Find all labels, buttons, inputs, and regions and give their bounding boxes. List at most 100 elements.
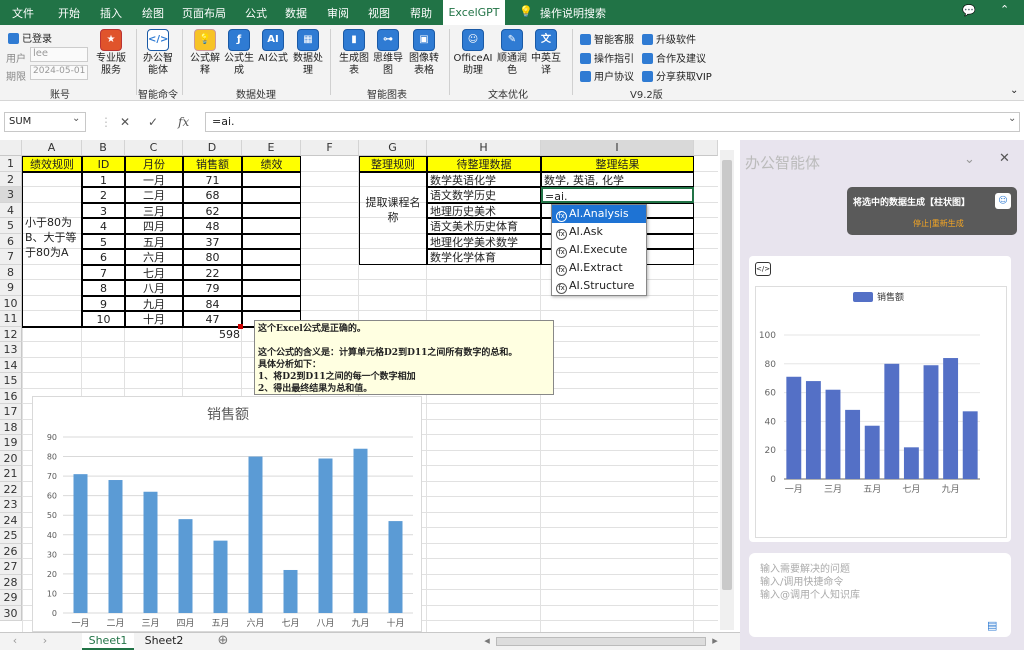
total-cell[interactable]: 598 <box>183 327 242 343</box>
column-header-A[interactable]: A <box>22 140 82 156</box>
raw-data-cell[interactable]: 地理化学美术数学 <box>427 233 541 249</box>
officeai-assistant-button[interactable]: ☺ OfficeAI助理 <box>453 29 493 77</box>
raw-data-cell[interactable]: 数学化学体育 <box>427 249 541 265</box>
data-process-button[interactable]: ▦ 数据处理 <box>290 29 326 77</box>
row-header-12[interactable]: 12 <box>0 326 22 342</box>
month-cell[interactable]: 三月 <box>125 202 183 218</box>
vertical-scrollbar[interactable] <box>720 150 734 630</box>
enter-icon[interactable]: ✓ <box>148 115 158 129</box>
autocomplete-item[interactable]: fx AI.Execute <box>552 241 646 259</box>
row-header-30[interactable]: 30 <box>0 605 22 621</box>
row-header-14[interactable]: 14 <box>0 357 22 373</box>
column-header-E[interactable]: E <box>242 140 301 156</box>
user-field[interactable]: lee <box>30 47 88 62</box>
id-cell[interactable]: 5 <box>82 233 125 249</box>
formula-gen-button[interactable]: ƒ 公式生成 <box>221 29 257 77</box>
month-cell[interactable]: 一月 <box>125 171 183 187</box>
id-cell[interactable]: 2 <box>82 187 125 203</box>
raw-data-cell[interactable]: 数学英语化学 <box>427 171 541 187</box>
row-header-23[interactable]: 23 <box>0 497 22 513</box>
ai-formula-button[interactable]: AI AI公式 <box>255 29 291 65</box>
month-cell[interactable]: 七月 <box>125 264 183 280</box>
performance-cell[interactable] <box>242 280 301 296</box>
row-header-29[interactable]: 29 <box>0 590 22 606</box>
month-cell[interactable]: 八月 <box>125 280 183 296</box>
month-cell[interactable]: 九月 <box>125 295 183 311</box>
collapse-ribbon-icon[interactable]: ⌄ <box>1010 85 1018 96</box>
id-cell[interactable]: 9 <box>82 295 125 311</box>
share-vip-link[interactable]: 分享获取VIP <box>642 68 712 83</box>
upgrade-link[interactable]: 升级软件 <box>642 31 696 46</box>
stop-regenerate-link[interactable]: 停止|重新生成 <box>913 218 964 229</box>
mindmap-button[interactable]: ⊶ 思维导图 <box>370 29 406 77</box>
expand-formula-icon[interactable]: ⌄ <box>1008 113 1016 124</box>
row-header-24[interactable]: 24 <box>0 512 22 528</box>
active-cell-I3[interactable]: =ai. <box>541 187 694 203</box>
table1-header-A[interactable]: 绩效规则 <box>22 156 82 172</box>
name-dropdown-icon[interactable]: ⌄ <box>72 113 80 124</box>
menu-item-6[interactable]: 数据 <box>285 5 307 21</box>
month-cell[interactable]: 四月 <box>125 218 183 234</box>
menu-item-8[interactable]: 视图 <box>368 5 390 21</box>
autocomplete-item[interactable]: fx AI.Extract <box>552 259 646 277</box>
sales-cell[interactable]: 37 <box>183 233 242 249</box>
column-header-F[interactable]: F <box>301 140 359 156</box>
sales-cell[interactable]: 47 <box>183 311 242 327</box>
id-cell[interactable]: 10 <box>82 311 125 327</box>
performance-cell[interactable] <box>242 249 301 265</box>
row-header-8[interactable]: 8 <box>0 264 22 280</box>
table1-header-E[interactable]: 绩效 <box>242 156 301 172</box>
autocomplete-item[interactable]: fx AI.Ask <box>552 223 646 241</box>
row-header-26[interactable]: 26 <box>0 543 22 559</box>
result-cell[interactable]: 数学, 英语, 化学 <box>541 171 694 187</box>
row-header-17[interactable]: 17 <box>0 404 22 420</box>
id-cell[interactable]: 4 <box>82 218 125 234</box>
pro-service-button[interactable]: ★ 专业版服务 <box>92 29 130 77</box>
row-header-11[interactable]: 11 <box>0 311 22 327</box>
polish-button[interactable]: ✎ 顺通润色 <box>494 29 530 77</box>
id-cell[interactable]: 1 <box>82 171 125 187</box>
column-header-C[interactable]: C <box>125 140 183 156</box>
id-cell[interactable]: 7 <box>82 264 125 280</box>
month-cell[interactable]: 二月 <box>125 187 183 203</box>
prev-sheet-icon[interactable]: ‹ <box>8 633 22 650</box>
performance-cell[interactable] <box>242 233 301 249</box>
performance-cell[interactable] <box>242 264 301 280</box>
row-header-22[interactable]: 22 <box>0 481 22 497</box>
column-header-D[interactable]: D <box>183 140 242 156</box>
sales-cell[interactable]: 68 <box>183 187 242 203</box>
formula-input[interactable]: =ai. <box>205 112 1020 132</box>
row-header-7[interactable]: 7 <box>0 249 22 265</box>
row-header-16[interactable]: 16 <box>0 388 22 404</box>
row-header-20[interactable]: 20 <box>0 450 22 466</box>
row-header-21[interactable]: 21 <box>0 466 22 482</box>
row-header-1[interactable]: 1 <box>0 156 22 172</box>
chat-input[interactable]: 输入需要解决的问题 输入/调用快捷命令 输入@调用个人知识库 ▤ <box>749 553 1011 637</box>
table1-header-C[interactable]: 月份 <box>125 156 183 172</box>
agreement-link[interactable]: 用户协议 <box>580 68 634 83</box>
row-header-27[interactable]: 27 <box>0 559 22 575</box>
image-to-table-button[interactable]: ▣ 图像转表格 <box>405 29 443 77</box>
row-header-28[interactable]: 28 <box>0 574 22 590</box>
row-header-19[interactable]: 19 <box>0 435 22 451</box>
row-header-10[interactable]: 10 <box>0 295 22 311</box>
row-header-9[interactable]: 9 <box>0 280 22 296</box>
row-header-3[interactable]: 3 <box>0 187 22 203</box>
row-header-5[interactable]: 5 <box>0 218 22 234</box>
row-header-6[interactable]: 6 <box>0 233 22 249</box>
expire-field[interactable]: 2024-05-01 <box>30 65 88 80</box>
sales-cell[interactable]: 62 <box>183 202 242 218</box>
row-header-2[interactable]: 2 <box>0 171 22 187</box>
month-cell[interactable]: 十月 <box>125 311 183 327</box>
search-icon[interactable]: 💡 <box>519 5 533 18</box>
column-header-G[interactable]: G <box>359 140 427 156</box>
row-header-15[interactable]: 15 <box>0 373 22 389</box>
translate-button[interactable]: 文中英互译 <box>528 29 564 77</box>
id-cell[interactable]: 3 <box>82 202 125 218</box>
code-icon[interactable]: </> <box>755 262 771 276</box>
table2-header-I[interactable]: 整理结果 <box>541 156 694 172</box>
scroll-thumb[interactable] <box>722 160 732 590</box>
menu-item-0[interactable]: 文件 <box>12 5 34 21</box>
table1-header-B[interactable]: ID <box>82 156 125 172</box>
service-link[interactable]: 智能客服 <box>580 31 634 46</box>
